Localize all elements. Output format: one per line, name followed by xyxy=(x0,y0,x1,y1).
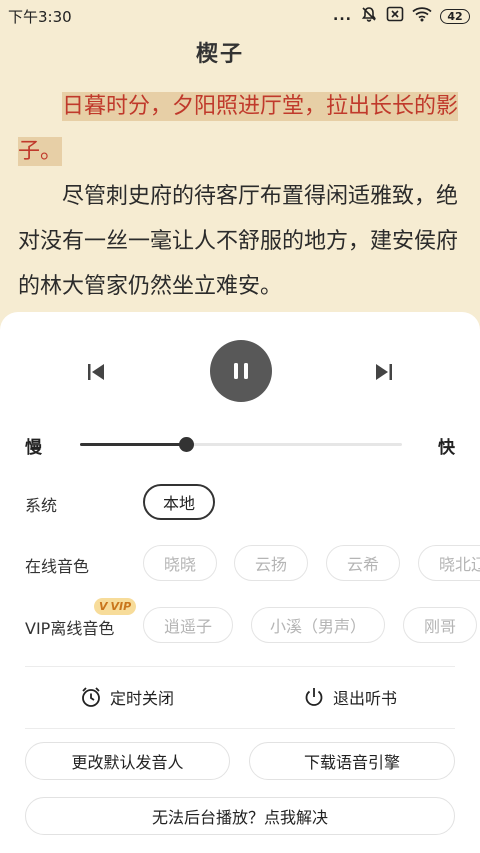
power-icon xyxy=(305,688,323,706)
voice-option-local[interactable]: 本地 xyxy=(143,484,215,520)
exit-listening-button[interactable]: 退出听书 xyxy=(303,682,397,712)
battery-indicator: 42 xyxy=(440,8,470,24)
status-time: 下午3:30 xyxy=(8,7,72,26)
speed-fast-label: 快 xyxy=(438,438,455,458)
background-playback-fix-button[interactable]: 无法后台播放？点我解决 xyxy=(25,797,455,835)
voice-option-xiaoxi-male[interactable]: 小溪（男声） xyxy=(251,607,385,643)
wifi-icon xyxy=(412,6,432,26)
divider-bottom xyxy=(25,728,455,729)
status-icons: ... 42 xyxy=(333,5,470,27)
online-voice-label: 在线音色 xyxy=(25,557,90,576)
highlighted-sentence: 日暮时分，夕阳照进厅堂，拉出长长的影子。 xyxy=(18,92,459,166)
timer-close-button[interactable]: 定时关闭 xyxy=(80,682,174,712)
player-controls xyxy=(0,340,480,404)
tts-control-sheet: 慢 快 系统 本地 在线音色 晓晓 云扬 云希 晓北辽 VIP离线音色 V VIP… xyxy=(0,312,480,853)
divider-top xyxy=(25,666,455,667)
chapter-title: 楔子 xyxy=(195,42,244,67)
exit-listening-label: 退出听书 xyxy=(333,689,398,708)
previous-button[interactable] xyxy=(82,358,110,386)
vip-badge: V VIP xyxy=(94,598,137,615)
pause-icon xyxy=(234,363,248,379)
speed-control: 慢 快 xyxy=(0,430,480,458)
change-default-voice-button[interactable]: 更改默认发音人 xyxy=(25,742,230,780)
alarm-clock-icon xyxy=(82,687,100,707)
voice-option-gangge[interactable]: 刚哥 xyxy=(403,607,477,643)
voice-option-yunxi[interactable]: 云希 xyxy=(326,545,400,581)
voice-option-yunyang[interactable]: 云扬 xyxy=(234,545,308,581)
reader-paragraph-1: 日暮时分，夕阳照进厅堂，拉出长长的影子。 xyxy=(18,84,459,174)
speed-slider-fill xyxy=(80,443,187,446)
timer-close-label: 定时关闭 xyxy=(110,689,175,708)
vip-voice-row: VIP离线音色 V VIP 逍遥子 小溪（男声） 刚哥 xyxy=(0,598,480,645)
reader-paragraph-2: 尽管刺史府的待客厅布置得闲适雅致，绝对没有一丝一毫让人不舒服的地方，建安侯府的林… xyxy=(18,184,459,299)
vip-badge-text: VIP xyxy=(110,600,132,613)
next-button[interactable] xyxy=(370,358,398,386)
voice-option-xiaoyaozi[interactable]: 逍遥子 xyxy=(143,607,233,643)
skip-next-icon xyxy=(376,364,392,380)
status-bar: 下午3:30 ... 42 xyxy=(0,0,480,32)
system-voice-row: 系统 本地 xyxy=(0,482,480,522)
speed-slow-label: 慢 xyxy=(25,438,42,458)
online-voice-row: 在线音色 晓晓 云扬 云希 晓北辽 xyxy=(0,543,480,583)
sim-icon xyxy=(386,6,404,26)
speed-slider-thumb[interactable] xyxy=(179,437,195,452)
mute-icon xyxy=(360,5,378,27)
reader-text: 日暮时分，夕阳照进厅堂，拉出长长的影子。 尽管刺史府的待客厅布置得闲适雅致，绝对… xyxy=(18,84,459,309)
vip-crown-icon: V xyxy=(99,600,108,613)
download-tts-engine-button[interactable]: 下载语音引擎 xyxy=(249,742,455,780)
voice-option-xiaobei[interactable]: 晓北辽 xyxy=(418,545,480,581)
skip-previous-icon xyxy=(88,364,104,380)
voice-option-xiaoxiao[interactable]: 晓晓 xyxy=(143,545,217,581)
speed-slider[interactable] xyxy=(80,437,402,452)
more-notifications-icon: ... xyxy=(333,8,352,24)
vip-voice-label: VIP离线音色 xyxy=(25,619,115,638)
system-voice-label: 系统 xyxy=(25,496,58,515)
pause-button[interactable] xyxy=(210,340,272,402)
